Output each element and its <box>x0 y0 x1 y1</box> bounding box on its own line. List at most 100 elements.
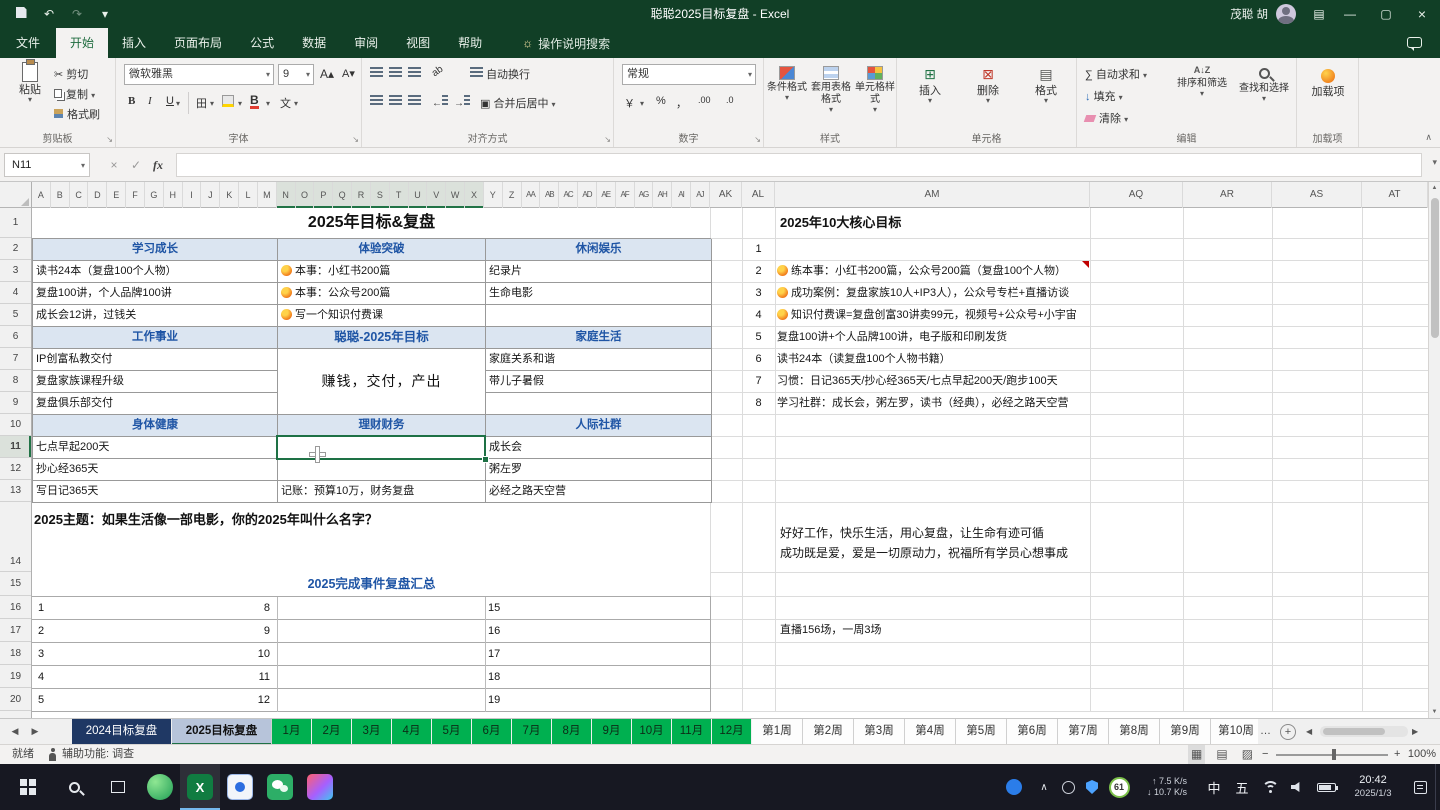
cut-button[interactable]: ✂ 剪切 <box>54 66 88 82</box>
sheet-nav-right-icon[interactable]: ▶ <box>26 719 44 744</box>
zoom-out-icon[interactable]: − <box>1262 745 1268 764</box>
column-header-aq[interactable]: AQ <box>1090 182 1183 208</box>
row-header[interactable]: 20 <box>0 688 31 711</box>
accessibility-status[interactable]: 辅助功能: 调查 <box>48 745 134 764</box>
font-color-icon[interactable]: B <box>250 95 259 109</box>
ribbon-tab[interactable]: 插入 <box>108 28 160 58</box>
row-header[interactable]: 7 <box>0 348 31 370</box>
comments-icon[interactable] <box>1407 37 1422 48</box>
name-box[interactable]: N11▾ <box>4 153 90 177</box>
core-goal-item[interactable]: 练本事：小红书200篇，公众号200篇（复盘100个人物） <box>777 260 1066 282</box>
core-goal-item[interactable]: 复盘100讲+个人品牌100讲，电子版和印刷发货 <box>777 326 1007 348</box>
decrease-decimal-icon[interactable]: .0 <box>726 95 734 105</box>
column-header[interactable]: AB <box>540 182 559 208</box>
column-header[interactable]: AI <box>672 182 691 208</box>
column-header[interactable]: B <box>51 182 70 208</box>
tab-file[interactable]: 文件 <box>0 28 56 58</box>
summary-cell[interactable]: 17 <box>488 643 500 665</box>
fill-handle[interactable] <box>482 456 489 463</box>
align-middle-icon[interactable] <box>389 67 402 81</box>
core-goal-item[interactable]: 习惯：日记365天/抄心经365天/七点早起200天/跑步100天 <box>777 370 1058 392</box>
sheet-tab-month[interactable]: 10月 <box>632 719 672 745</box>
ime-mode-indicator[interactable]: 五 <box>1228 764 1256 810</box>
percent-style-icon[interactable]: % <box>656 95 666 107</box>
fill-color-dropdown-icon[interactable]: ▾ <box>238 99 242 108</box>
column-header[interactable]: H <box>164 182 183 208</box>
core-goal-item[interactable]: 成功案例：复盘家族10人+IP3人），公众号专栏+直播访谈 <box>777 282 1069 304</box>
column-header-al[interactable]: AL <box>742 182 775 208</box>
hscroll-left-icon[interactable]: ◀ <box>1306 719 1312 744</box>
ribbon-tab[interactable]: 视图 <box>392 28 444 58</box>
column-header[interactable]: AD <box>578 182 597 208</box>
row-header[interactable]: 6 <box>0 326 31 348</box>
increase-font-icon[interactable]: A▴ <box>320 67 334 81</box>
align-bottom-icon[interactable] <box>408 67 421 81</box>
column-header-ar[interactable]: AR <box>1183 182 1272 208</box>
table-header-cell[interactable]: 聪聪-2025年目标 <box>278 327 486 349</box>
goal-number-cell[interactable]: 4 <box>742 304 775 326</box>
row-header[interactable]: 5 <box>0 304 31 326</box>
row-header[interactable]: 2 <box>0 238 31 260</box>
qat-customize-icon[interactable]: ▾ <box>92 0 118 28</box>
italic-button[interactable]: I <box>148 95 152 107</box>
dialog-launcher-icon[interactable]: ↘ <box>604 135 611 144</box>
column-header[interactable]: AH <box>653 182 672 208</box>
summary-cell[interactable]: 18 <box>488 666 500 688</box>
table-cell[interactable]: 家庭关系和谐 <box>486 349 712 371</box>
sheet-tab-month[interactable]: 5月 <box>432 719 472 745</box>
tray-icon-cloud[interactable] <box>1000 764 1028 810</box>
select-all-corner[interactable] <box>0 182 32 208</box>
taskbar-app-wechat[interactable] <box>260 764 300 810</box>
enter-icon[interactable]: ✓ <box>126 153 146 177</box>
tray-expand-icon[interactable]: ∧ <box>1032 764 1056 810</box>
sheet-tab-week[interactable]: 第10周 <box>1211 719 1258 745</box>
table-cell[interactable] <box>486 305 712 327</box>
column-header[interactable]: T <box>390 182 409 208</box>
column-header[interactable]: AJ <box>691 182 710 208</box>
row-header[interactable]: 14 <box>0 502 31 572</box>
minimize-button[interactable]: — <box>1332 0 1368 28</box>
merge-center-button[interactable]: ▣ 合并后居中 ▾ <box>480 95 556 111</box>
ribbon-display-options-icon[interactable]: ▤ <box>1306 0 1332 28</box>
column-header[interactable]: F <box>126 182 145 208</box>
row-header[interactable]: 4 <box>0 282 31 304</box>
page-layout-view-icon[interactable]: ▤ <box>1213 745 1230 764</box>
task-view-button[interactable] <box>98 764 138 810</box>
align-right-icon[interactable] <box>408 95 421 109</box>
table-header-cell[interactable]: 体验突破 <box>278 239 486 261</box>
summary-cell[interactable]: 3 <box>38 643 44 665</box>
table-cell[interactable]: 七点早起200天 <box>33 437 278 459</box>
column-header-as[interactable]: AS <box>1272 182 1362 208</box>
column-header[interactable]: AF <box>616 182 635 208</box>
table-header-cell[interactable]: 身体健康 <box>33 415 278 437</box>
row-header[interactable]: 19 <box>0 665 31 688</box>
column-header[interactable]: N <box>277 182 296 208</box>
zoom-slider-thumb[interactable] <box>1332 749 1336 760</box>
phonetic-dropdown-icon[interactable]: ▾ <box>294 99 298 108</box>
collapse-ribbon-icon[interactable]: ∧ <box>1425 132 1432 143</box>
avatar[interactable] <box>1276 4 1296 24</box>
taskbar-app-capture[interactable] <box>220 764 260 810</box>
taskbar-app-excel-active[interactable]: X <box>180 764 220 810</box>
sheet-tab-month[interactable]: 8月 <box>552 719 592 745</box>
ribbon-tab[interactable]: 审阅 <box>340 28 392 58</box>
row-header[interactable]: 15 <box>0 572 31 596</box>
ribbon-tab[interactable]: 开始 <box>56 28 108 58</box>
core-goal-item[interactable]: 学习社群：成长会，粥左罗，读书（经典），必经之路天空营 <box>777 392 1069 414</box>
close-button[interactable]: × <box>1404 0 1440 28</box>
fill-color-icon[interactable] <box>222 95 234 108</box>
autosum-button[interactable]: ∑ 自动求和 ▾ <box>1085 66 1147 82</box>
sheet-tab-week[interactable]: 第1周 <box>752 719 803 745</box>
sheet-tab-week[interactable]: 第3周 <box>854 719 905 745</box>
hscroll-right-icon[interactable]: ▶ <box>1412 719 1418 744</box>
taskbar-app-browser[interactable] <box>140 764 180 810</box>
row-header[interactable]: 10 <box>0 414 31 436</box>
font-name-select[interactable]: 微软雅黑▾ <box>124 64 274 85</box>
table-cell[interactable]: 粥左罗 <box>486 459 712 481</box>
row-header[interactable]: 18 <box>0 642 31 665</box>
zoom-in-icon[interactable]: + <box>1394 745 1400 764</box>
column-header[interactable]: V <box>427 182 446 208</box>
formula-input[interactable] <box>176 153 1422 177</box>
goal-number-cell[interactable]: 2 <box>742 260 775 282</box>
summary-cell[interactable]: 10 <box>150 643 270 665</box>
